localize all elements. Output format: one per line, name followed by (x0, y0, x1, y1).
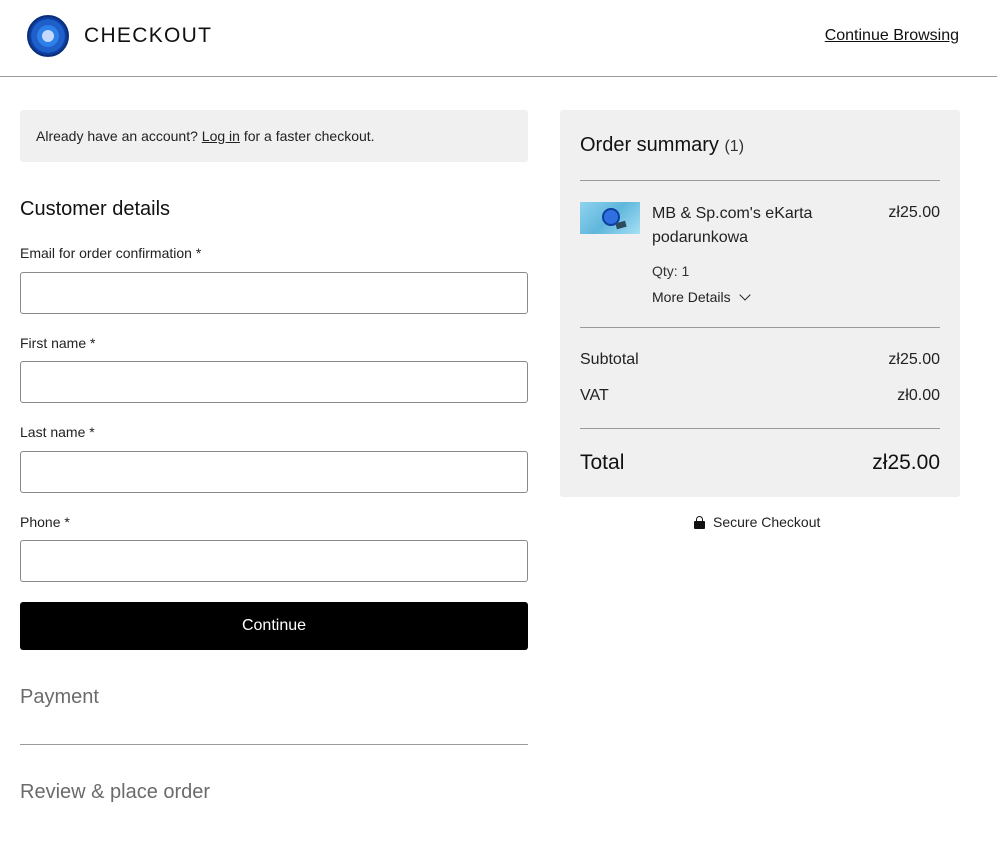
checkout-header: CHECKOUT Continue Browsing (0, 0, 997, 77)
first-name-label: First name * (20, 335, 96, 351)
review-step-title: Review & place order (20, 781, 211, 803)
product-name: MB & Sp.com's eKarta podarunkowa (652, 205, 813, 246)
login-link[interactable]: Log in (202, 128, 240, 144)
phone-label: Phone * (20, 514, 70, 530)
total-label: Total (580, 451, 625, 474)
secure-checkout-label: Secure Checkout (713, 514, 821, 530)
vat-value: zł0.00 (897, 387, 940, 404)
secure-checkout-badge: Secure Checkout (694, 514, 820, 530)
email-field[interactable] (20, 272, 528, 314)
phone-field[interactable] (20, 540, 528, 582)
first-name-field[interactable] (20, 361, 528, 403)
email-label: Email for order confirmation * (20, 245, 202, 261)
order-summary-panel: Order summary (1) MB & Sp.com's eKarta p… (560, 110, 960, 497)
product-price: zł25.00 (888, 204, 940, 221)
login-prompt-suffix: for a faster checkout. (239, 128, 375, 144)
order-summary-heading: Order summary (580, 134, 719, 156)
vat-row: VAT zł0.00 (580, 387, 940, 405)
subtotal-value: zł25.00 (888, 351, 940, 368)
page-title: CHECKOUT (84, 24, 213, 47)
login-prompt-prefix: Already have an account? (36, 128, 202, 144)
more-details-label: More Details (652, 289, 731, 305)
lock-icon (694, 515, 705, 529)
chevron-down-icon (738, 289, 751, 301)
last-name-label: Last name * (20, 424, 95, 440)
summary-divider (580, 428, 940, 429)
summary-divider (580, 180, 940, 181)
login-prompt: Already have an account? Log in for a fa… (20, 110, 528, 162)
store-logo-icon[interactable] (27, 15, 69, 57)
product-quantity: Qty: 1 (652, 263, 690, 279)
summary-divider (580, 327, 940, 328)
section-divider (20, 744, 528, 745)
payment-step-title: Payment (20, 686, 99, 708)
subtotal-row: Subtotal zł25.00 (580, 351, 940, 369)
customer-details-title: Customer details (20, 198, 171, 220)
more-details-toggle[interactable]: More Details (652, 289, 751, 305)
total-row: Total zł25.00 (580, 451, 940, 475)
order-item-count: (1) (724, 138, 745, 155)
total-value: zł25.00 (872, 451, 940, 474)
subtotal-label: Subtotal (580, 351, 639, 368)
last-name-field[interactable] (20, 451, 528, 493)
continue-button[interactable]: Continue (20, 602, 528, 650)
continue-browsing-link[interactable]: Continue Browsing (825, 27, 959, 45)
vat-label: VAT (580, 387, 609, 404)
order-summary-title: Order summary (1) (580, 134, 744, 157)
product-thumbnail (580, 202, 640, 234)
